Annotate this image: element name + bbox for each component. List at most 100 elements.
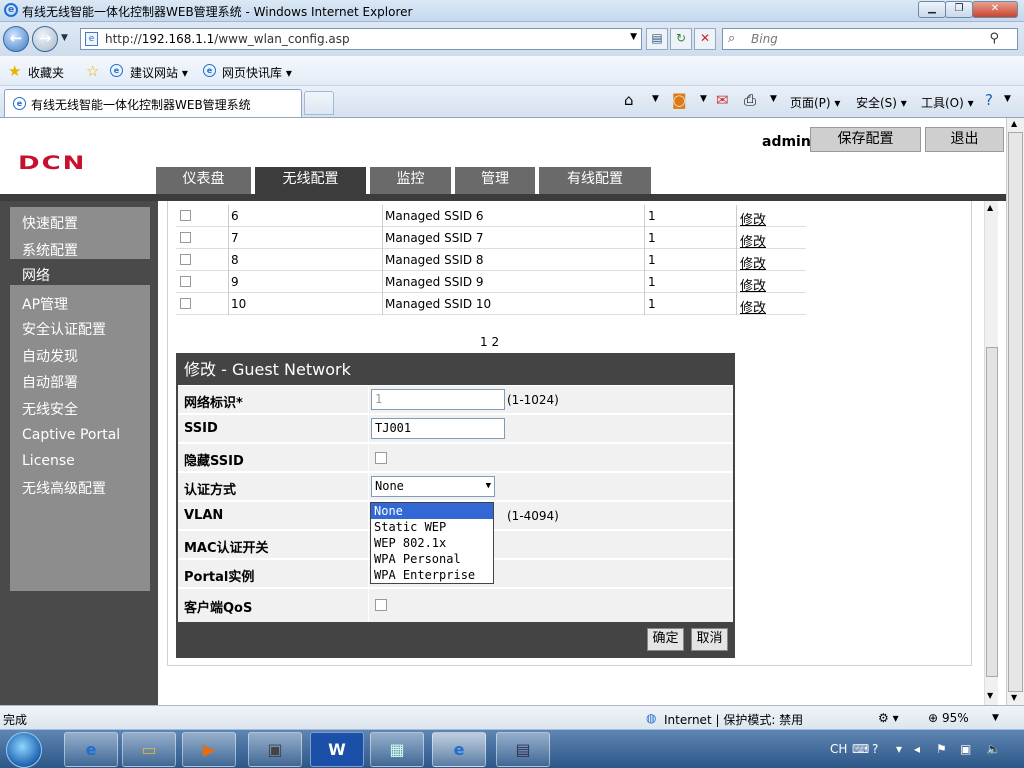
page-menu[interactable]: 页面(P) ▾ xyxy=(790,94,840,111)
zoom-icon[interactable]: ⊕ xyxy=(928,711,938,725)
cancel-button[interactable]: 取消 xyxy=(691,628,728,651)
browser-tab-active[interactable]: e 有线无线智能一体化控制器WEB管理系统 xyxy=(4,89,302,117)
edit-link[interactable]: 修改 xyxy=(740,275,766,294)
row-checkbox[interactable] xyxy=(180,254,191,265)
sidebar-item-wireless-security[interactable]: 无线安全 xyxy=(22,399,78,419)
compatibility-view-button[interactable]: ▤ xyxy=(646,28,668,50)
start-button[interactable] xyxy=(6,732,42,768)
taskbar-notepad-icon[interactable]: ▤ xyxy=(496,732,550,767)
network-id-input[interactable]: 1 xyxy=(371,389,505,410)
tools-menu[interactable]: 工具(O) ▾ xyxy=(921,94,974,111)
sidebar-item-auto-discovery[interactable]: 自动发现 xyxy=(22,346,78,366)
tab-wireless-config[interactable]: 无线配置 xyxy=(255,167,366,194)
inner-scrollbar[interactable]: ▲ ▼ xyxy=(984,201,998,705)
sidebar-item-captive-portal[interactable]: Captive Portal xyxy=(22,427,120,443)
volume-icon[interactable]: 🔈 xyxy=(986,742,1001,756)
input-language[interactable]: CH xyxy=(830,742,847,756)
network-icon[interactable]: ▣ xyxy=(960,742,971,756)
tray-arrow-icon[interactable]: ▾ xyxy=(896,742,902,756)
logout-button[interactable]: 退出 xyxy=(925,127,1004,152)
chevron-down-icon[interactable]: ▼ xyxy=(486,481,491,491)
ok-button[interactable]: 确定 xyxy=(647,628,684,651)
client-qos-checkbox[interactable] xyxy=(375,599,387,611)
row-checkbox[interactable] xyxy=(180,210,191,221)
help-dropdown-icon[interactable]: ▼ xyxy=(1004,94,1011,104)
row-checkbox[interactable] xyxy=(180,232,191,243)
page-scroll-down-icon[interactable]: ▼ xyxy=(1011,693,1017,702)
inner-scroll-thumb[interactable] xyxy=(986,347,998,677)
zoom-level[interactable]: 95% xyxy=(942,711,969,725)
forward-button[interactable]: → xyxy=(32,26,58,52)
protected-mode-icon[interactable]: ⚙ ▾ xyxy=(878,711,899,725)
sidebar-item-ap-management[interactable]: AP管理 xyxy=(22,294,68,314)
auth-method-select[interactable]: None ▼ xyxy=(371,476,495,497)
taskbar-word-icon[interactable]: W xyxy=(310,732,364,767)
option-none[interactable]: None xyxy=(371,503,493,519)
save-config-button[interactable]: 保存配置 xyxy=(810,127,921,152)
suggested-sites-link[interactable]: 建议网站 ▾ xyxy=(130,64,188,81)
recent-pages-dropdown[interactable]: ▼ xyxy=(61,33,68,43)
sidebar-item-system-config[interactable]: 系统配置 xyxy=(22,240,78,260)
page-scroll-thumb[interactable] xyxy=(1008,132,1023,692)
print-icon[interactable]: ⎙ xyxy=(744,91,756,109)
flag-icon[interactable]: ⚑ xyxy=(936,742,947,756)
show-hidden-icons[interactable]: ◂ xyxy=(914,742,920,756)
tab-dashboard[interactable]: 仪表盘 xyxy=(156,167,251,194)
stop-button[interactable]: ✕ xyxy=(694,28,716,50)
taskbar-ie-active-icon[interactable]: e xyxy=(432,732,486,767)
edit-link[interactable]: 修改 xyxy=(740,209,766,228)
sidebar-item-network[interactable]: 网络 xyxy=(22,265,50,285)
row-checkbox[interactable] xyxy=(180,298,191,309)
scroll-down-icon[interactable]: ▼ xyxy=(987,691,993,700)
option-static-wep[interactable]: Static WEP xyxy=(371,519,493,535)
url-text[interactable]: http://192.168.1.1/www_wlan_config.asp xyxy=(105,32,350,46)
tray-help-icon[interactable]: ? xyxy=(872,742,878,756)
favorites-button[interactable]: 收藏夹 xyxy=(28,64,64,81)
new-tab-button[interactable] xyxy=(304,91,334,115)
maximize-button[interactable]: ❐ xyxy=(945,1,973,18)
scroll-up-icon[interactable]: ▲ xyxy=(987,203,993,212)
option-wpa-enterprise[interactable]: WPA Enterprise xyxy=(371,567,493,583)
tab-monitor[interactable]: 监控 xyxy=(370,167,451,194)
address-bar[interactable]: e http://192.168.1.1/www_wlan_config.asp… xyxy=(80,28,642,50)
close-button[interactable]: ✕ xyxy=(972,1,1018,18)
taskbar-app-icon[interactable]: ▣ xyxy=(248,732,302,767)
tab-wired-config[interactable]: 有线配置 xyxy=(539,167,651,194)
web-slice-gallery-link[interactable]: 网页快讯库 ▾ xyxy=(222,64,292,81)
option-wep-8021x[interactable]: WEP 802.1x xyxy=(371,535,493,551)
address-dropdown-icon[interactable]: ▼ xyxy=(630,32,637,42)
favorites-star-icon[interactable]: ★ xyxy=(8,62,21,80)
option-wpa-personal[interactable]: WPA Personal xyxy=(371,551,493,567)
back-button[interactable]: ← xyxy=(3,26,29,52)
sidebar-item-quick-config[interactable]: 快速配置 xyxy=(22,213,78,233)
search-icon[interactable]: ⚲ xyxy=(989,31,999,46)
feed-dropdown-icon[interactable]: ▼ xyxy=(700,94,707,104)
search-box[interactable]: ⌕ Bing ⚲ xyxy=(722,28,1018,50)
security-zone[interactable]: Internet | 保护模式: 禁用 xyxy=(664,711,803,728)
edit-link[interactable]: 修改 xyxy=(740,231,766,250)
page-scroll-up-icon[interactable]: ▲ xyxy=(1011,119,1017,128)
zoom-dropdown-icon[interactable]: ▼ xyxy=(992,713,999,723)
safety-menu[interactable]: 安全(S) ▾ xyxy=(856,94,907,111)
minimize-button[interactable]: ▁ xyxy=(918,1,946,18)
ssid-input[interactable]: TJ001 xyxy=(371,418,505,439)
row-checkbox[interactable] xyxy=(180,276,191,287)
tab-management[interactable]: 管理 xyxy=(455,167,535,194)
edit-link[interactable]: 修改 xyxy=(740,253,766,272)
taskbar-remote-icon[interactable]: ▦ xyxy=(370,732,424,767)
sidebar-item-auto-deploy[interactable]: 自动部署 xyxy=(22,372,78,392)
edit-link[interactable]: 修改 xyxy=(740,297,766,316)
print-dropdown-icon[interactable]: ▼ xyxy=(770,94,777,104)
refresh-button[interactable]: ↻ xyxy=(670,28,692,50)
sidebar-item-security-auth[interactable]: 安全认证配置 xyxy=(22,319,106,339)
add-favorite-icon[interactable]: ☆ xyxy=(86,62,99,80)
taskbar-media-player-icon[interactable]: ▶ xyxy=(182,732,236,767)
rss-feed-icon[interactable]: ◙ xyxy=(672,91,687,109)
keyboard-icon[interactable]: ⌨ xyxy=(852,742,869,756)
home-icon[interactable]: ⌂ xyxy=(624,91,634,109)
taskbar-ie-icon[interactable]: e xyxy=(64,732,118,767)
taskbar-explorer-icon[interactable]: ▭ xyxy=(122,732,176,767)
sidebar-item-license[interactable]: License xyxy=(22,453,75,469)
sidebar-item-advanced-wireless[interactable]: 无线高级配置 xyxy=(22,478,106,498)
pagination[interactable]: 1 2 xyxy=(480,335,499,349)
